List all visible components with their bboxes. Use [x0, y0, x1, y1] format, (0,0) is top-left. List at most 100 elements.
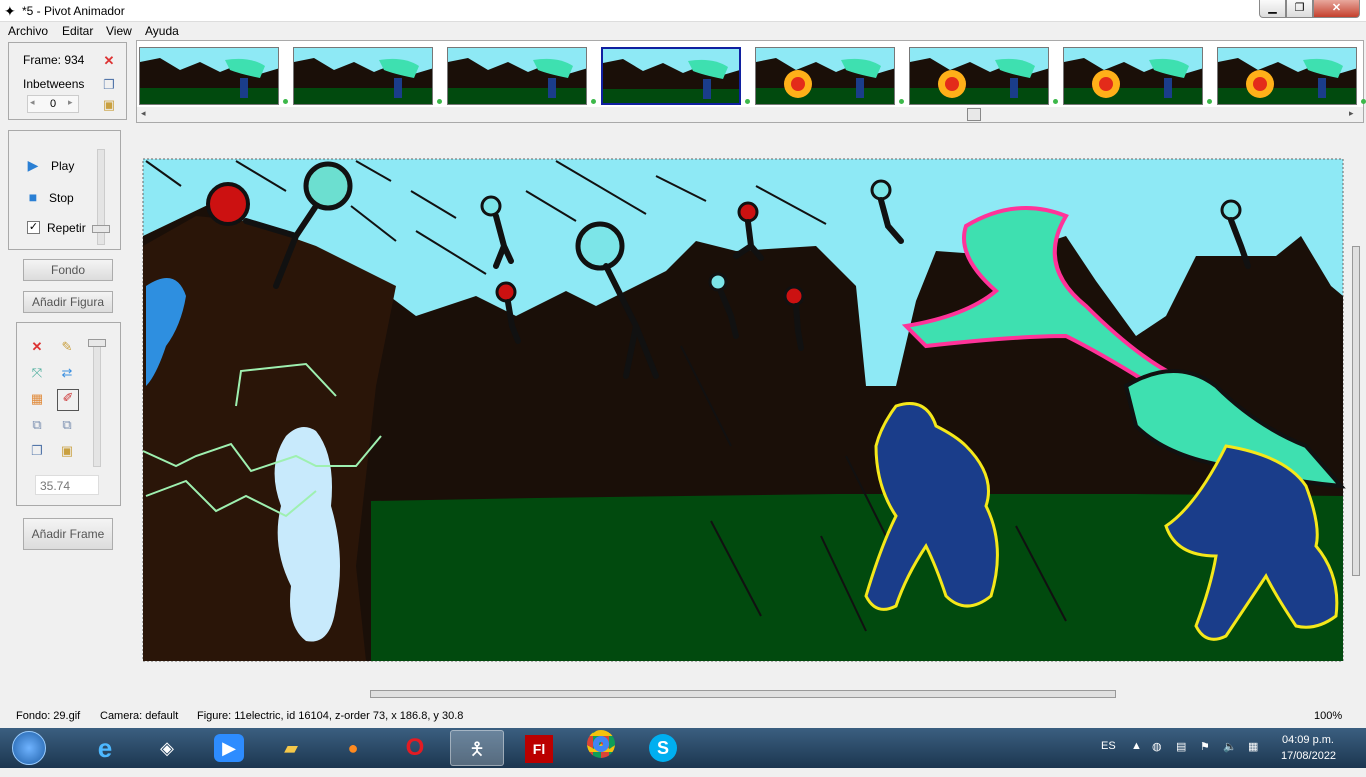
animation-canvas[interactable] — [136, 126, 1364, 702]
background-button[interactable]: Fondo — [23, 259, 113, 281]
frame-marker-dot — [283, 99, 288, 104]
delete-frame-icon[interactable]: ✕ — [101, 53, 117, 69]
status-bar: Fondo: 29.gif Camera: default Figure: 11… — [0, 706, 1366, 726]
repeat-checkbox[interactable]: ✓ — [27, 221, 40, 234]
frame-thumbnail[interactable] — [293, 47, 433, 105]
playback-panel: ▶ Play ■ Stop ✓ Repetir — [8, 130, 121, 250]
status-background: Fondo: 29.gif — [16, 710, 81, 722]
repeat-label: Repetir — [47, 221, 86, 235]
paste-frame-icon[interactable]: ▣ — [101, 97, 117, 113]
zoom-icon[interactable]: ▶ — [202, 730, 256, 766]
frame-thumbnail[interactable] — [755, 47, 895, 105]
tray-network-globe-icon[interactable]: ◍ — [1152, 740, 1162, 753]
timeline: ◂ ▸ — [136, 40, 1366, 123]
stage-hscrollbar[interactable] — [136, 686, 1348, 702]
frame-thumbnail[interactable] — [909, 47, 1049, 105]
inbetweens-spinner[interactable]: ◂ 0 ▸ — [27, 95, 79, 113]
tray-volume-icon[interactable]: 🔈 — [1223, 740, 1237, 753]
scale-slider[interactable] — [93, 339, 101, 467]
brush-icon[interactable]: ✐ — [57, 389, 79, 411]
close-button[interactable]: ✕ — [1313, 0, 1360, 18]
status-zoom: 100% — [1314, 710, 1343, 722]
menu-ayuda[interactable]: Ayuda — [145, 24, 179, 38]
maximize-button[interactable]: ❐ — [1286, 0, 1313, 18]
firefox-icon[interactable]: ● — [326, 730, 380, 766]
start-button[interactable] — [4, 730, 54, 766]
scroll-left-icon[interactable]: ◂ — [141, 108, 146, 119]
spinner-right-icon[interactable]: ▸ — [68, 97, 73, 108]
title-bar: ✦ *5 - Pivot Animador ▁ ❐ ✕ — [0, 0, 1366, 22]
chrome-icon[interactable] — [574, 730, 628, 766]
frame-thumbnail[interactable] — [447, 47, 587, 105]
pivot-app-icon: ✦ — [4, 3, 16, 19]
frame-marker-dot — [1207, 99, 1212, 104]
timeline-scroll-thumb[interactable] — [967, 108, 981, 121]
window-title: *5 - Pivot Animador — [22, 4, 125, 18]
frame-label: Frame: 934 — [23, 53, 85, 67]
frame-marker-dot — [1053, 99, 1058, 104]
play-icon[interactable]: ▶ — [25, 157, 41, 173]
figure-tools-panel: ✕ ✎ ⤧ ⇄ ▦ ✐ ⧉ ⧉ ❐ ▣ 35.74 — [16, 322, 121, 506]
cliff — [143, 216, 396, 661]
inbetweens-label: Inbetweens — [23, 77, 85, 91]
language-indicator[interactable]: ES — [1101, 740, 1116, 752]
copy-icon[interactable]: ❐ — [29, 443, 45, 459]
color-icon[interactable]: ▦ — [29, 391, 45, 407]
spinner-left-icon[interactable]: ◂ — [30, 97, 35, 108]
copy-frame-icon[interactable]: ❐ — [101, 77, 117, 93]
delete-icon[interactable]: ✕ — [29, 339, 45, 355]
tray-expand-icon[interactable]: ▲ — [1131, 740, 1142, 752]
scale-input[interactable]: 35.74 — [35, 475, 99, 495]
clock-time[interactable]: 04:09 p.m. — [1282, 734, 1334, 746]
stop-icon[interactable]: ■ — [25, 189, 41, 205]
stage-vscroll-thumb[interactable] — [1352, 246, 1360, 576]
menu-archivo[interactable]: Archivo — [8, 24, 48, 38]
frame-marker-dot — [437, 99, 442, 104]
minimize-button[interactable]: ▁ — [1259, 0, 1286, 18]
tray-device-icon[interactable]: ▤ — [1176, 740, 1186, 753]
stop-label[interactable]: Stop — [49, 191, 74, 205]
explorer-icon[interactable]: ▰ — [264, 730, 318, 766]
menu-editar[interactable]: Editar — [62, 24, 93, 38]
flip-icon[interactable]: ⇄ — [59, 365, 75, 381]
add-figure-button[interactable]: Añadir Figura — [23, 291, 113, 313]
tray-network-icon[interactable]: ▦ — [1248, 740, 1258, 753]
inbetweens-value: 0 — [50, 98, 57, 110]
send-back-icon[interactable]: ⧉ — [59, 417, 75, 433]
scale-slider-handle[interactable] — [88, 339, 106, 347]
skype-icon[interactable]: S — [636, 730, 690, 766]
paste-icon[interactable]: ▣ — [59, 443, 75, 459]
play-label[interactable]: Play — [51, 159, 74, 173]
tray-flag-icon[interactable]: ⚑ — [1200, 740, 1210, 753]
taskbar: e ◈ ▶ ▰ ● O 🯅 Fl S ES ▲ ◍ ▤ ⚑ 🔈 ▦ 04:09 … — [0, 728, 1366, 768]
frame-thumbnail[interactable] — [1217, 47, 1357, 105]
frame-thumbnail[interactable] — [139, 47, 279, 105]
frame-marker-dot — [591, 99, 596, 104]
clock-date[interactable]: 17/08/2022 — [1281, 750, 1336, 762]
speed-slider-handle[interactable] — [92, 225, 110, 233]
frame-panel: Frame: 934 ✕ Inbetweens ❐ ◂ 0 ▸ ▣ — [8, 42, 127, 120]
opera-icon[interactable]: O — [388, 730, 442, 766]
menu-view[interactable]: View — [106, 24, 132, 38]
stage-area — [136, 126, 1364, 702]
pivot-icon[interactable]: 🯅 — [450, 730, 504, 766]
scroll-right-icon[interactable]: ▸ — [1349, 108, 1354, 119]
game-icon[interactable]: ◈ — [140, 730, 194, 766]
pencil-icon[interactable]: ✎ — [59, 339, 75, 355]
frame-marker-dot — [899, 99, 904, 104]
status-figure: Figure: 11electric, id 16104, z-order 73… — [197, 710, 464, 722]
menu-bar: Archivo Editar View Ayuda — [0, 22, 1366, 40]
resize-icon[interactable]: ⤧ — [29, 365, 45, 381]
ie-icon[interactable]: e — [78, 730, 132, 766]
flash-icon[interactable]: Fl — [512, 730, 566, 766]
stage-hscroll-thumb[interactable] — [370, 690, 1116, 698]
frame-thumbnail[interactable] — [601, 47, 741, 105]
stage-vscrollbar[interactable] — [1348, 126, 1364, 702]
frame-marker-dot — [1361, 99, 1366, 104]
status-camera: Camera: default — [100, 710, 179, 722]
timeline-scrollbar[interactable]: ◂ ▸ — [137, 107, 1363, 122]
frame-marker-dot — [745, 99, 750, 104]
bring-front-icon[interactable]: ⧉ — [29, 417, 45, 433]
frame-thumbnail[interactable] — [1063, 47, 1203, 105]
add-frame-button[interactable]: Añadir Frame — [23, 518, 113, 550]
